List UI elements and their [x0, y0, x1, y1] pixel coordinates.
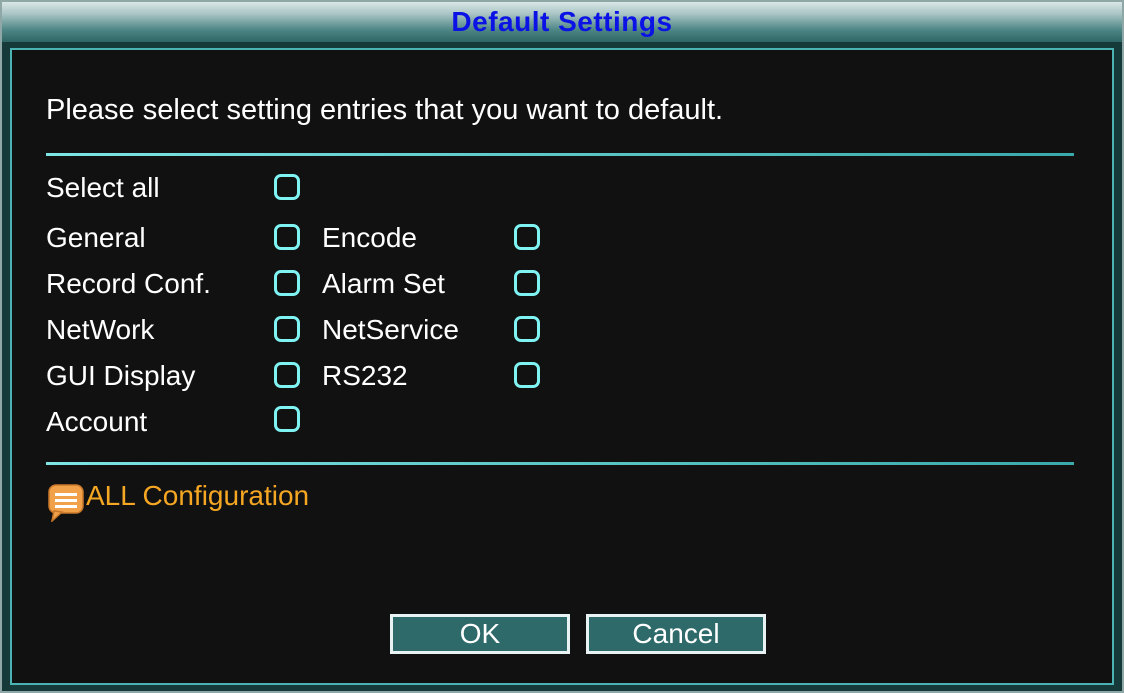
alarm-set-label: Alarm Set [322, 268, 445, 299]
default-settings-dialog: Default Settings Please select setting e… [0, 0, 1124, 693]
account-label: Account [46, 406, 148, 437]
general-label: General [46, 222, 146, 253]
encode-label: Encode [322, 222, 417, 253]
top-divider [46, 153, 1074, 156]
account-checkbox[interactable] [274, 406, 300, 432]
rs232-label: RS232 [322, 360, 408, 391]
dialog-title: Default Settings [451, 6, 673, 37]
title-bar: Default Settings [2, 2, 1122, 42]
dialog-body: Please select setting entries that you w… [10, 48, 1114, 685]
cancel-button[interactable]: Cancel [586, 614, 766, 654]
hint-text: ALL Configuration [86, 480, 310, 511]
general-checkbox[interactable] [274, 224, 300, 250]
netservice-checkbox[interactable] [514, 316, 540, 342]
select-all-label: Select all [46, 172, 160, 203]
network-label: NetWork [46, 314, 155, 345]
record-conf-checkbox[interactable] [274, 270, 300, 296]
netservice-label: NetService [322, 314, 459, 345]
record-conf-label: Record Conf. [46, 268, 211, 299]
network-checkbox[interactable] [274, 316, 300, 342]
bottom-divider [46, 462, 1074, 465]
encode-checkbox[interactable] [514, 224, 540, 250]
gui-display-checkbox[interactable] [274, 362, 300, 388]
gui-display-label: GUI Display [46, 360, 196, 391]
select-all-checkbox[interactable] [274, 174, 300, 200]
ok-button[interactable]: OK [390, 614, 570, 654]
speech-bubble-icon [48, 484, 84, 522]
instruction-text: Please select setting entries that you w… [46, 94, 724, 126]
rs232-checkbox[interactable] [514, 362, 540, 388]
alarm-set-checkbox[interactable] [514, 270, 540, 296]
